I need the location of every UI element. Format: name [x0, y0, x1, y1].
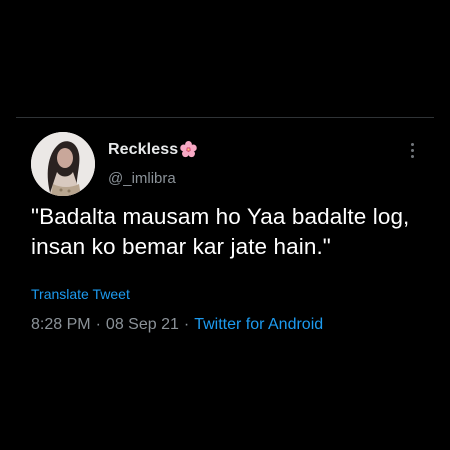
tweet-card: Reckless @_imlibra "Badalta mausam ho Ya…: [0, 118, 450, 358]
user-handle[interactable]: @_imlibra: [108, 170, 176, 187]
tweet-source-link[interactable]: Twitter for Android: [194, 316, 323, 333]
more-vertical-icon[interactable]: [404, 140, 420, 160]
tweet-meta: 8:28 PM · 08 Sep 21 · Twitter for Android: [31, 316, 323, 334]
display-name-row[interactable]: Reckless: [108, 140, 198, 159]
tweet-time[interactable]: 8:28 PM: [31, 316, 91, 333]
cherry-blossom-icon: [179, 140, 198, 159]
display-name[interactable]: Reckless: [108, 141, 178, 159]
avatar-image: [31, 132, 95, 196]
tweet-date[interactable]: 08 Sep 21: [106, 316, 179, 333]
meta-separator: ·: [95, 316, 101, 333]
meta-separator: ·: [183, 316, 190, 333]
avatar[interactable]: [31, 132, 95, 196]
tweet-text: "Badalta mausam ho Yaa badalte log, insa…: [31, 204, 410, 259]
translate-tweet-link[interactable]: Translate Tweet: [31, 286, 130, 302]
